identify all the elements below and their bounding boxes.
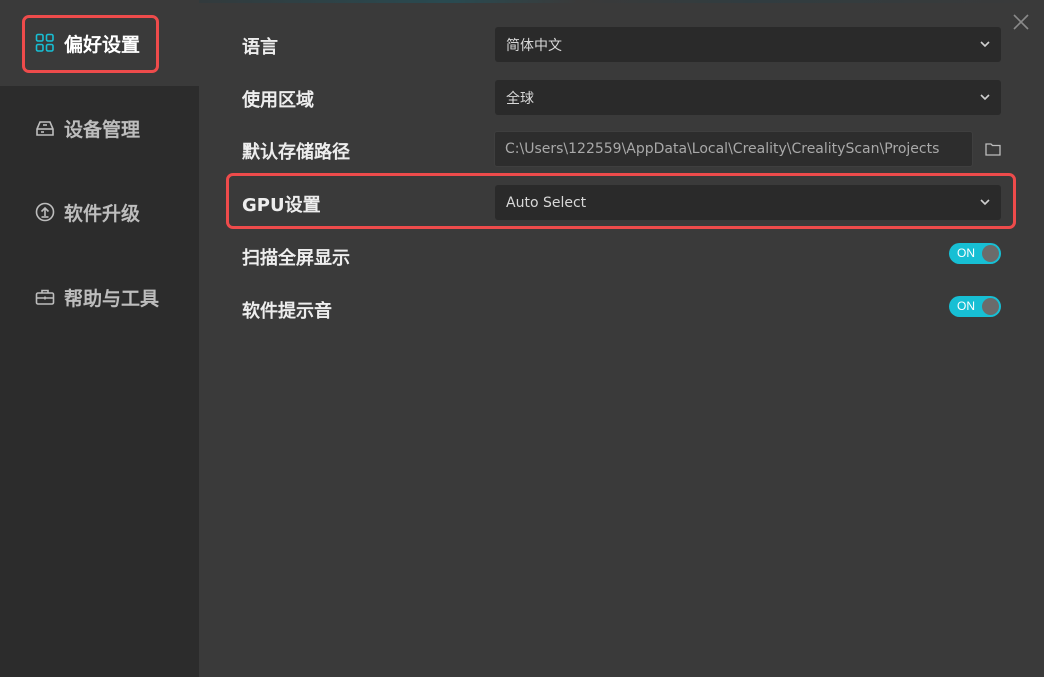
toolbox-icon xyxy=(34,286,56,308)
chevron-down-icon xyxy=(980,94,990,101)
storage-path-label: 默认存储路径 xyxy=(242,142,350,163)
device-icon xyxy=(34,117,56,139)
sound-toggle[interactable]: ON xyxy=(949,296,1001,317)
sidebar-item-help-tools[interactable]: 帮助与工具 xyxy=(0,254,199,340)
sound-label: 软件提示音 xyxy=(242,301,332,322)
storage-path-field[interactable]: C:\Users\122559\AppData\Local\Creality\C… xyxy=(494,131,973,167)
sidebar-item-label: 偏好设置 xyxy=(64,33,141,56)
top-edge-strip xyxy=(199,0,1044,3)
upgrade-icon xyxy=(34,201,56,223)
language-select[interactable]: 简体中文 xyxy=(495,27,1001,62)
toggle-knob xyxy=(982,245,999,262)
toggle-knob xyxy=(982,298,999,315)
sidebar-item-label: 设备管理 xyxy=(64,118,141,141)
chevron-down-icon xyxy=(980,199,990,206)
folder-icon[interactable] xyxy=(985,142,1001,156)
fullscreen-scan-toggle[interactable]: ON xyxy=(949,243,1001,264)
sidebar-item-device-management[interactable]: 设备管理 xyxy=(0,85,199,171)
language-value: 简体中文 xyxy=(506,37,562,54)
storage-path-value: C:\Users\122559\AppData\Local\Creality\C… xyxy=(505,141,940,157)
language-label: 语言 xyxy=(242,37,278,58)
chevron-down-icon xyxy=(980,41,990,48)
sidebar-item-label: 帮助与工具 xyxy=(64,287,160,310)
region-select[interactable]: 全球 xyxy=(495,80,1001,115)
region-label: 使用区域 xyxy=(242,90,314,111)
fullscreen-scan-label: 扫描全屏显示 xyxy=(242,248,350,269)
sidebar-item-preferences[interactable]: 偏好设置 xyxy=(0,0,199,86)
toggle-state-label: ON xyxy=(957,246,975,260)
close-icon[interactable] xyxy=(1012,13,1030,31)
sidebar-item-software-upgrade[interactable]: 软件升级 xyxy=(0,169,199,255)
gpu-value: Auto Select xyxy=(506,194,587,211)
sidebar: 偏好设置 设备管理 软件升级 帮助与工具 xyxy=(0,0,199,677)
gpu-select[interactable]: Auto Select xyxy=(495,185,1001,220)
gpu-label: GPU设置 xyxy=(242,195,321,216)
grid-icon xyxy=(34,32,56,54)
sidebar-item-label: 软件升级 xyxy=(64,202,141,225)
toggle-state-label: ON xyxy=(957,299,975,313)
region-value: 全球 xyxy=(506,90,534,107)
